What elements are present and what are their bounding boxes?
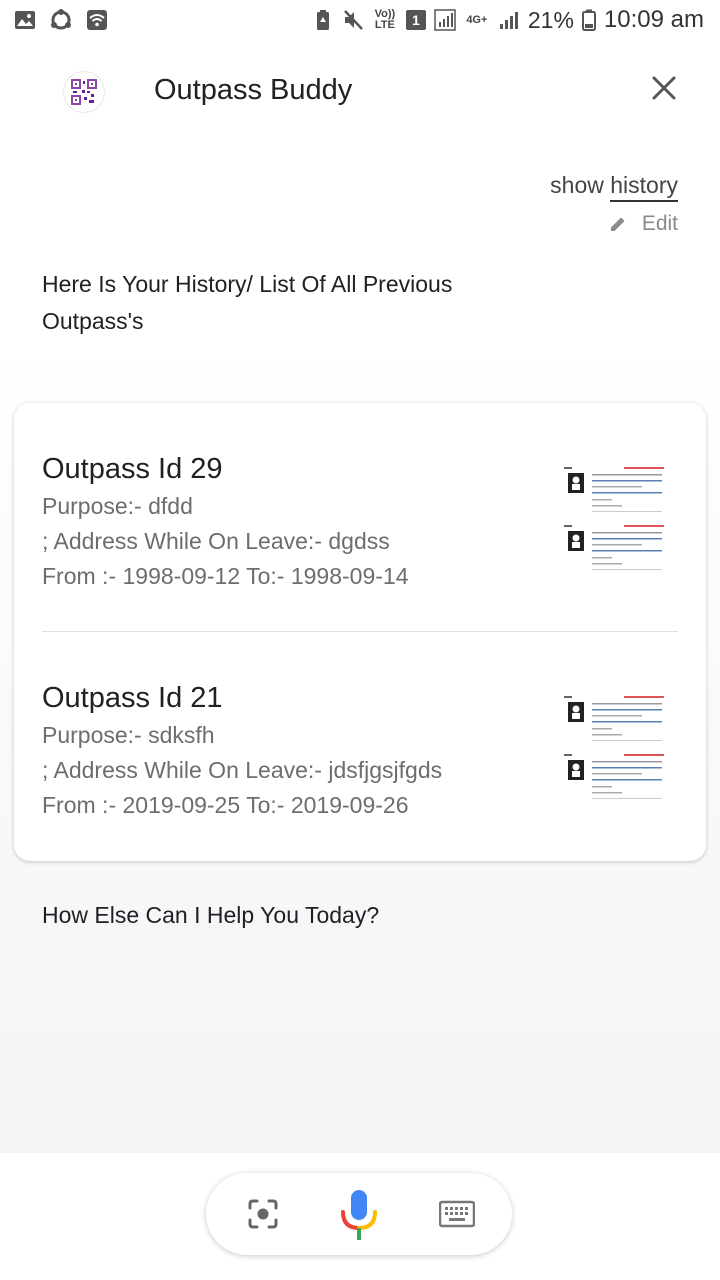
outpass-document-thumbnail	[564, 463, 670, 581]
list-divider	[42, 631, 678, 632]
query-prefix: show	[550, 172, 611, 198]
close-icon[interactable]	[646, 70, 682, 106]
assistant-header: Outpass Buddy	[0, 56, 720, 132]
signal-icon	[499, 12, 518, 29]
query-highlight: history	[610, 172, 678, 202]
gallery-icon	[15, 11, 35, 29]
sim-badge: 1	[405, 10, 426, 30]
sync-icon	[51, 9, 71, 30]
edit-label: Edit	[641, 212, 678, 235]
mic-icon	[341, 1190, 377, 1240]
lens-icon	[248, 1199, 278, 1229]
pencil-icon	[610, 217, 625, 231]
battery-percent: 21%	[527, 6, 574, 33]
mute-icon	[343, 10, 363, 30]
lens-button[interactable]	[240, 1191, 286, 1237]
wifi-icon	[87, 10, 107, 30]
status-bar: Vo)) LTE 1 4G+ 21% 10:09 am	[0, 0, 720, 44]
app-avatar[interactable]	[64, 72, 104, 112]
outpass-document-thumbnail	[564, 692, 670, 810]
keyboard-icon	[439, 1200, 475, 1228]
outpass-purpose: Purpose:- sdksfh	[42, 722, 215, 748]
list-item[interactable]: Outpass Id 21 Purpose:- sdksfh ; Address…	[42, 682, 678, 882]
outpass-title: Outpass Id 29	[42, 453, 223, 485]
outpass-dates: From :- 1998-09-12 To:- 1998-09-14	[42, 563, 409, 589]
edit-query-button[interactable]: Edit	[608, 212, 678, 236]
input-bar	[0, 1153, 720, 1280]
outpass-dates: From :- 2019-09-25 To:- 2019-09-26	[42, 792, 409, 818]
assistant-response: Here Is Your History/ List Of All Previo…	[42, 271, 453, 334]
outpass-title: Outpass Id 21	[42, 682, 223, 714]
signal-roaming-icon	[434, 9, 456, 31]
keyboard-button[interactable]	[434, 1191, 480, 1237]
app-title: Outpass Buddy	[154, 74, 353, 106]
volte-label: Vo)) LTE	[374, 8, 396, 31]
outpass-address: ; Address While On Leave:- dgdss	[42, 528, 390, 554]
network-label: 4G+	[466, 13, 488, 26]
list-item[interactable]: Outpass Id 29 Purpose:- dfdd ; Address W…	[42, 453, 678, 653]
input-pill	[206, 1173, 512, 1255]
outpass-list-card: Outpass Id 29 Purpose:- dfdd ; Address W…	[14, 403, 706, 861]
clock: 10:09 am	[603, 6, 704, 33]
outpass-purpose: Purpose:- dfdd	[42, 493, 193, 519]
battery-icon	[581, 9, 596, 31]
followup-prompt: How Else Can I Help You Today?	[42, 902, 380, 928]
mic-button[interactable]	[336, 1190, 382, 1240]
battery-saver-icon	[316, 10, 329, 30]
outpass-address: ; Address While On Leave:- jdsfjgsjfgds	[42, 757, 443, 783]
qr-code-icon	[71, 79, 97, 105]
user-query: show history	[550, 172, 678, 202]
